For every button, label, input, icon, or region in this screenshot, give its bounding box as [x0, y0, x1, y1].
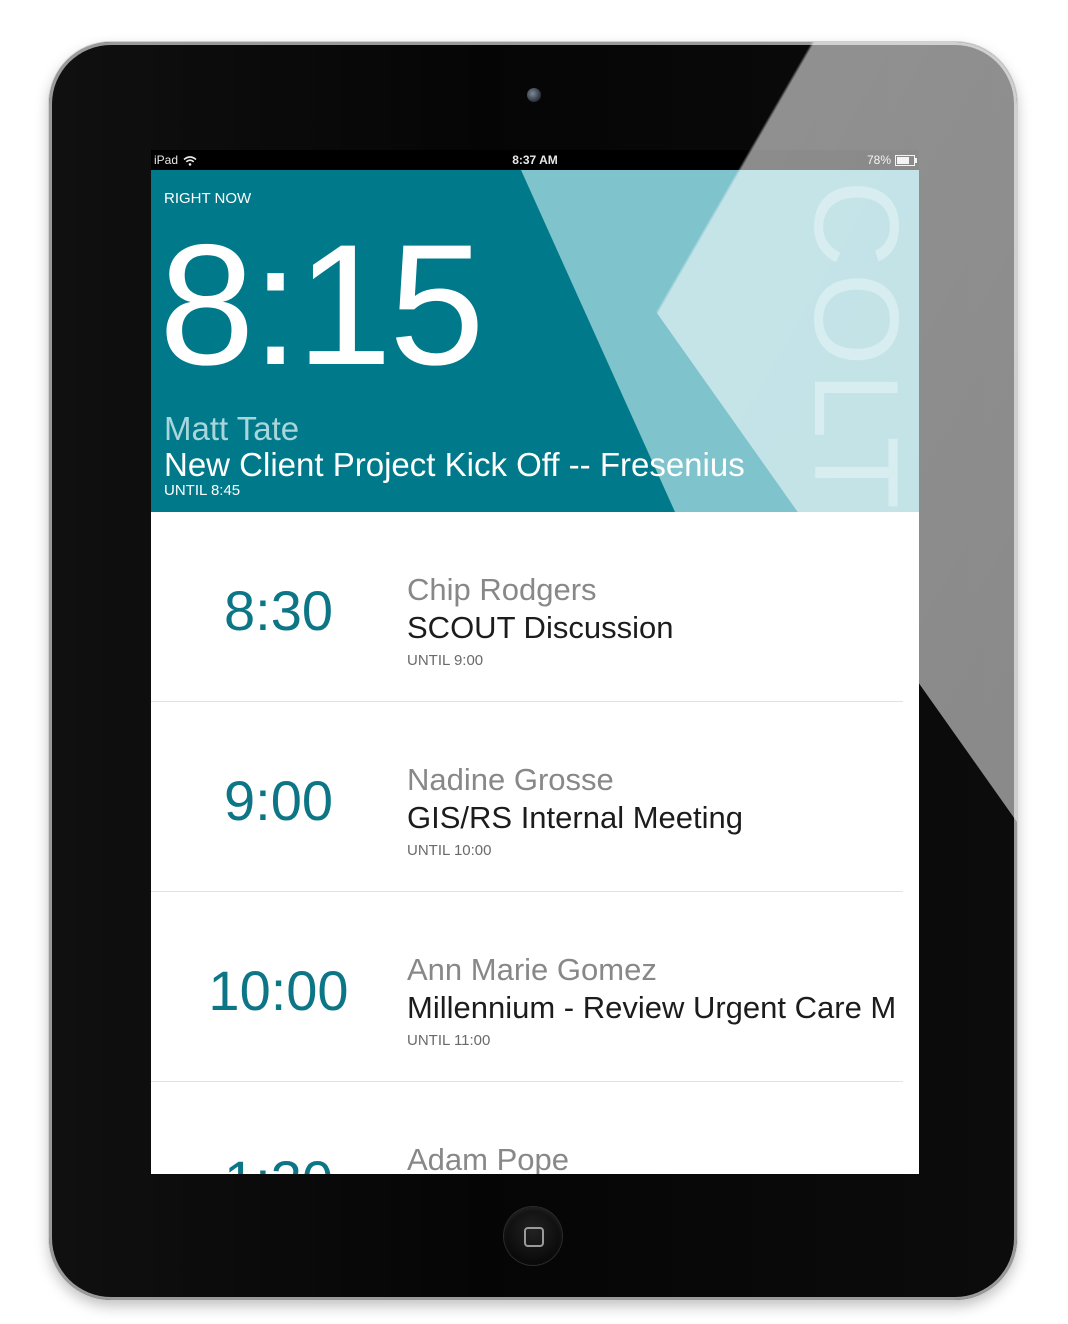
event-until: UNTIL 9:00 — [407, 652, 484, 669]
event-until: UNTIL 11:00 — [407, 1032, 491, 1049]
schedule-row[interactable]: 9:00 Nadine Grosse GIS/RS Internal Meeti… — [151, 702, 903, 892]
event-organizer: Ann Marie Gomez — [407, 952, 657, 987]
home-square-icon — [524, 1227, 544, 1247]
ipad-device-frame: iPad 8:37 AM 78% COLT RIGHT NOW 8:15 Mat… — [49, 42, 1017, 1300]
upcoming-schedule-list[interactable]: 8:30 Chip Rodgers SCOUT Discussion UNTIL… — [151, 512, 919, 1174]
schedule-row[interactable]: 8:30 Chip Rodgers SCOUT Discussion UNTIL… — [151, 512, 903, 702]
brand-logo: COLT — [789, 180, 919, 512]
camera-icon — [527, 88, 541, 102]
battery-tip — [915, 157, 917, 163]
schedule-row[interactable]: 1:30 Adam Pope — [151, 1082, 903, 1174]
event-time: 10:00 — [208, 959, 349, 1022]
event-until: UNTIL 10:00 — [407, 842, 492, 859]
right-now-label: RIGHT NOW — [164, 190, 252, 207]
current-meeting-time: 8:15 — [159, 209, 485, 401]
event-organizer: Adam Pope — [407, 1142, 569, 1174]
battery-fill — [897, 156, 909, 164]
schedule-row[interactable]: 10:00 Ann Marie Gomez Millennium - Revie… — [151, 892, 903, 1082]
status-clock: 8:37 AM — [512, 153, 558, 167]
current-meeting-organizer: Matt Tate — [164, 410, 300, 447]
event-time: 8:30 — [224, 579, 333, 642]
event-organizer: Chip Rodgers — [407, 572, 597, 607]
home-button[interactable] — [504, 1207, 562, 1265]
status-bar: iPad 8:37 AM 78% — [151, 150, 919, 170]
current-meeting-title: New Client Project Kick Off -- Fresenius — [164, 446, 745, 483]
event-title: Millennium - Review Urgent Care M — [407, 990, 897, 1025]
current-meeting-until: UNTIL 8:45 — [164, 482, 241, 499]
event-time: 9:00 — [224, 769, 333, 832]
battery-percent: 78% — [866, 153, 891, 167]
status-right: 78% — [866, 153, 917, 167]
event-organizer: Nadine Grosse — [407, 762, 614, 797]
event-title: SCOUT Discussion — [407, 610, 674, 645]
current-meeting-panel[interactable]: COLT RIGHT NOW 8:15 Matt Tate New Client… — [151, 170, 919, 512]
screen: iPad 8:37 AM 78% COLT RIGHT NOW 8:15 Mat… — [151, 150, 919, 1174]
battery-icon — [895, 154, 917, 166]
event-time: 1:30 — [151, 1150, 406, 1175]
event-title: GIS/RS Internal Meeting — [407, 800, 743, 835]
